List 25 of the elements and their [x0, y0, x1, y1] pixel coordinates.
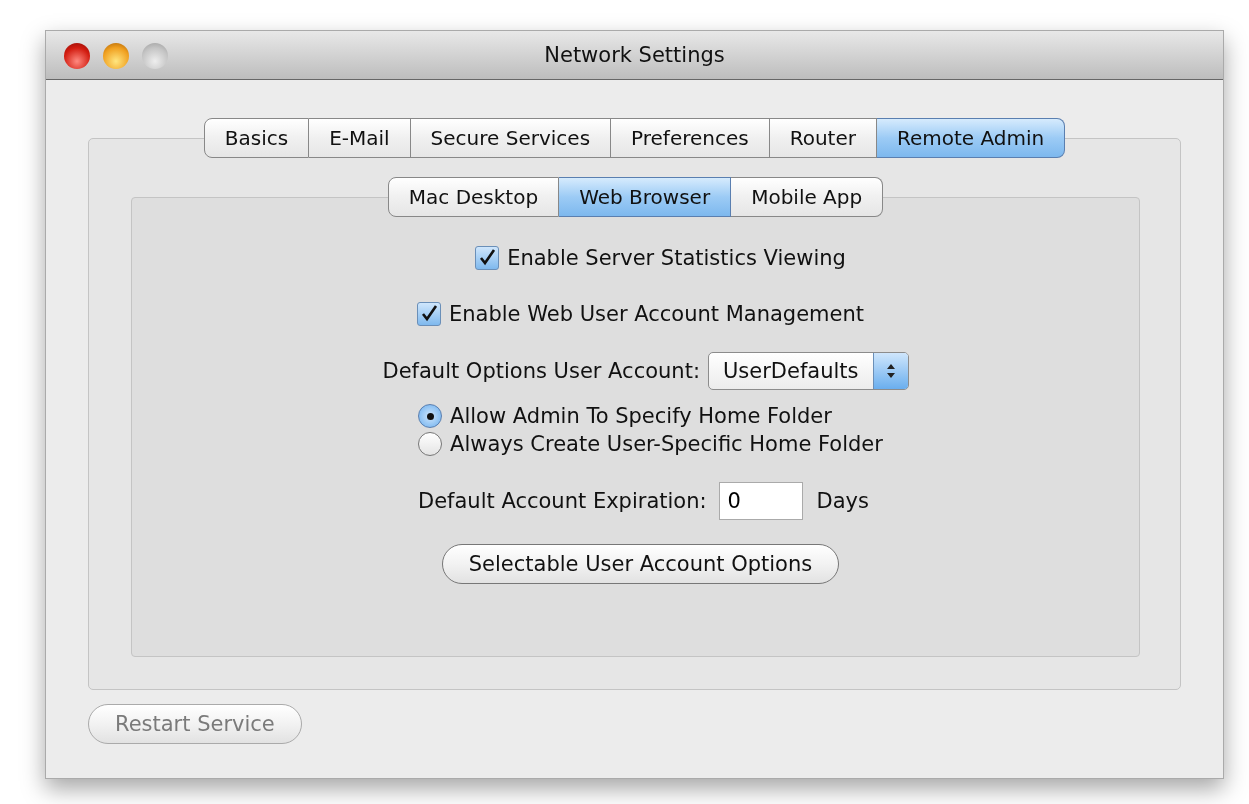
radio-button[interactable]: [418, 432, 443, 456]
tab[interactable]: Secure Services: [410, 118, 612, 158]
checkbox[interactable]: [417, 302, 441, 326]
radio-button[interactable]: [418, 404, 443, 428]
tab[interactable]: Remote Admin: [877, 118, 1066, 158]
close-icon[interactable]: [64, 43, 90, 69]
checkbox-label: Enable Web User Account Management: [449, 302, 864, 326]
radio-label: Allow Admin To Specify Home Folder: [450, 404, 832, 428]
tab[interactable]: Basics: [203, 118, 310, 158]
radio-label: Always Create User-Specific Home Folder: [450, 432, 883, 456]
checkbox-label: Enable Server Statistics Viewing: [507, 246, 846, 270]
tab[interactable]: Router: [769, 118, 877, 158]
tab[interactable]: Mac Desktop: [387, 177, 560, 217]
options-button[interactable]: Selectable User Account Options: [441, 544, 840, 584]
checkbox[interactable]: [475, 246, 500, 270]
unit-label: Days: [816, 489, 869, 513]
tab[interactable]: Preferences: [611, 118, 770, 158]
expiration-field[interactable]: 0: [718, 482, 803, 520]
account-dropdown[interactable]: UserDefaults: [708, 352, 909, 390]
window-title: Network Settings: [544, 43, 725, 67]
tab[interactable]: Web Browser: [559, 177, 732, 217]
tab[interactable]: Mobile App: [731, 177, 884, 217]
tab[interactable]: E-Mail: [309, 118, 411, 158]
field-label: Default Account Expiration:: [418, 489, 707, 513]
field-label: Default Options User Account:: [382, 359, 700, 383]
